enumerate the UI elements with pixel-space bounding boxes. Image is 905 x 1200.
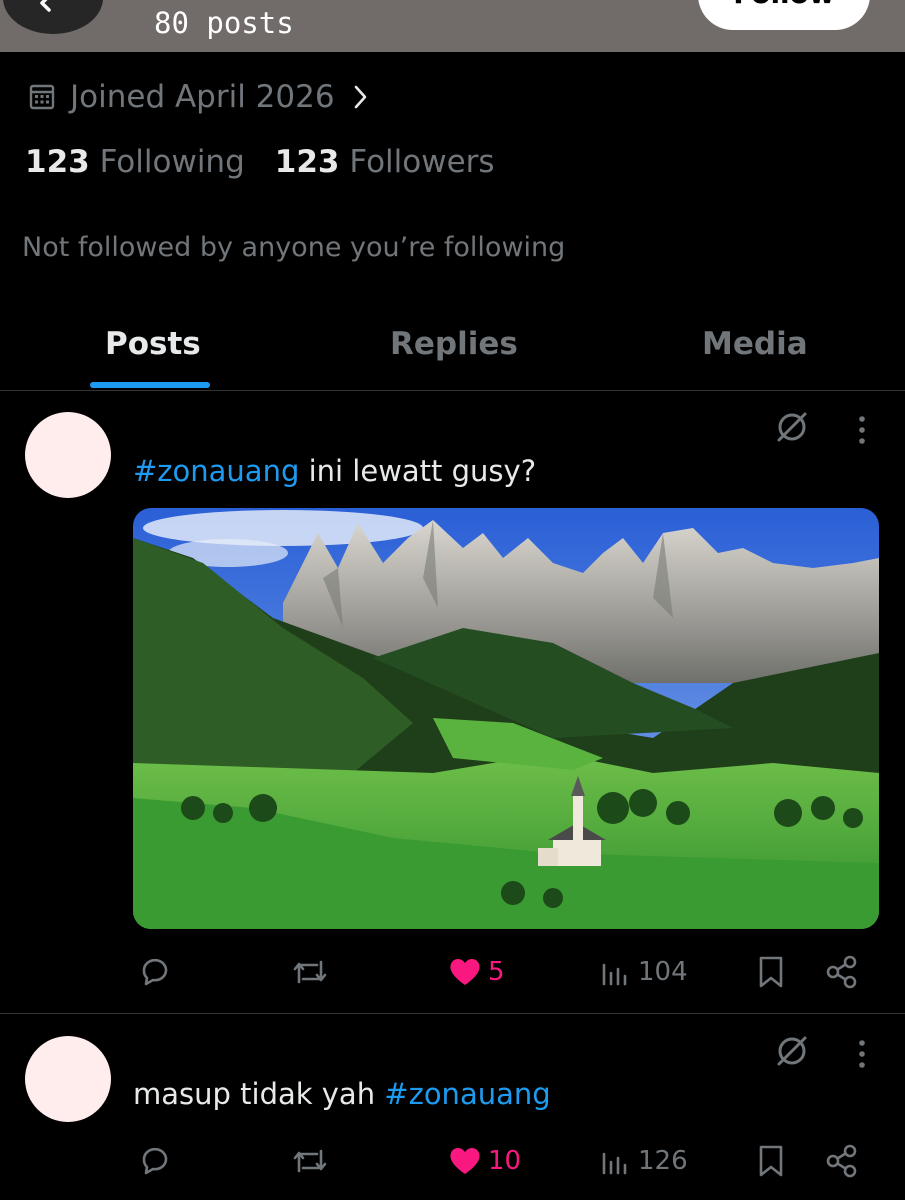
views-button[interactable]: 104	[598, 952, 688, 992]
bookmark-icon	[759, 1145, 783, 1177]
calendar-icon	[29, 84, 55, 110]
share-button[interactable]	[824, 952, 860, 992]
post-count: 80 posts	[154, 6, 294, 40]
profile-tabs: Posts Replies Media	[0, 318, 905, 391]
following-count: 123	[25, 144, 90, 180]
avatar[interactable]	[25, 412, 111, 498]
post-body: ini lewatt gusy?	[299, 454, 537, 488]
bookmark-icon	[759, 956, 783, 988]
reply-button[interactable]	[137, 1141, 171, 1181]
following-link[interactable]: 123 Following	[25, 144, 245, 180]
like-button[interactable]: 10	[448, 1141, 521, 1181]
reply-button[interactable]	[137, 952, 171, 992]
back-button[interactable]	[3, 0, 103, 34]
heart-icon	[450, 1147, 480, 1174]
chevron-right-icon	[354, 85, 366, 109]
like-count: 5	[488, 957, 505, 987]
arrow-left-icon	[40, 0, 51, 12]
post-actions: 10 126	[0, 1141, 905, 1181]
post-image[interactable]	[133, 508, 879, 929]
mountain-valley-photo-icon	[133, 508, 879, 929]
joined-text: Joined April 2026	[70, 79, 335, 115]
followers-link[interactable]: 123 Followers	[275, 144, 495, 180]
reply-icon	[142, 958, 168, 986]
no-media-icon[interactable]	[773, 1032, 811, 1070]
bookmark-button[interactable]	[757, 952, 785, 992]
reply-icon	[142, 1147, 168, 1175]
post-body: masup tidak yah	[133, 1077, 385, 1111]
repost-button[interactable]	[290, 952, 330, 992]
post-text: #zonauang ini lewatt gusy?	[133, 454, 536, 488]
tab-media[interactable]: Media	[702, 326, 808, 362]
not-followed-text: Not followed by anyone you’re following	[22, 232, 566, 263]
active-tab-indicator	[90, 382, 210, 388]
followers-count: 123	[274, 144, 340, 180]
hashtag-link[interactable]: #zonauang	[384, 1077, 550, 1111]
joined-date-row[interactable]: Joined April 2026	[28, 76, 369, 118]
post-actions: 5 104	[0, 952, 905, 992]
follow-button[interactable]: Follow	[698, 0, 870, 30]
like-button[interactable]: 5	[448, 952, 505, 992]
repost-button[interactable]	[290, 1141, 330, 1181]
view-count: 126	[638, 1146, 688, 1176]
profile-header-bar: 80 posts Follow	[0, 0, 905, 52]
follow-stats: 123 Following 123 Followers	[25, 144, 495, 180]
bookmark-button[interactable]	[757, 1141, 785, 1181]
share-icon	[826, 1144, 857, 1178]
heart-icon	[450, 958, 480, 985]
more-vertical-icon[interactable]	[855, 1038, 869, 1070]
hashtag-link[interactable]: #zonauang	[133, 454, 299, 488]
view-count: 104	[638, 957, 688, 987]
share-icon	[826, 955, 857, 989]
post-text: masup tidak yah #zonauang	[133, 1077, 551, 1111]
more-vertical-icon[interactable]	[855, 414, 869, 446]
following-label: Following	[99, 144, 245, 180]
views-icon	[602, 963, 627, 986]
tab-posts[interactable]: Posts	[105, 326, 201, 362]
repost-icon	[293, 960, 327, 984]
like-count: 10	[488, 1146, 522, 1176]
no-media-icon[interactable]	[773, 408, 811, 446]
post-divider	[0, 1013, 905, 1014]
tab-replies[interactable]: Replies	[390, 326, 518, 362]
avatar[interactable]	[25, 1036, 111, 1122]
followers-label: Followers	[349, 144, 495, 180]
views-icon	[602, 1152, 627, 1175]
repost-icon	[293, 1149, 327, 1173]
share-button[interactable]	[824, 1141, 860, 1181]
views-button[interactable]: 126	[598, 1141, 688, 1181]
